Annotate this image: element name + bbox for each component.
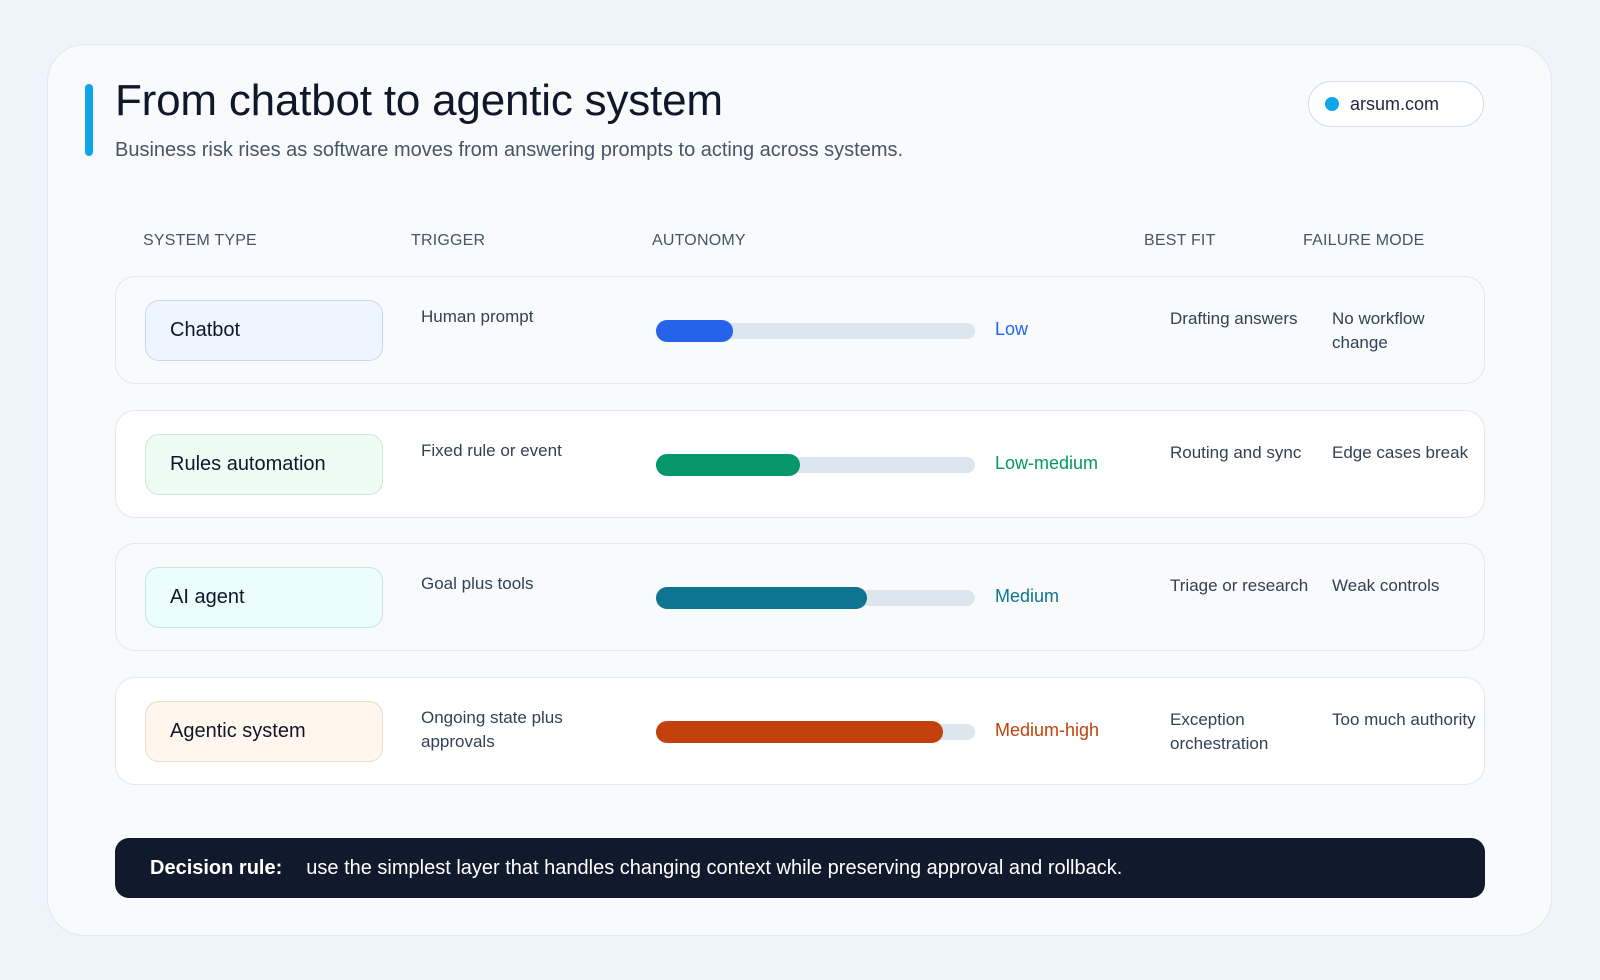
decision-rule-label: Decision rule: bbox=[150, 856, 283, 879]
site-dot-icon bbox=[1325, 97, 1339, 111]
autonomy-bar-fill bbox=[656, 721, 944, 743]
trigger-cell: Fixed rule or event bbox=[421, 441, 562, 460]
title-accent-bar bbox=[85, 84, 93, 156]
best-fit-cell: Drafting answers bbox=[1170, 309, 1298, 328]
autonomy-bar-fill bbox=[656, 454, 800, 476]
site-badge[interactable]: arsum.com bbox=[1308, 81, 1484, 127]
failure-mode-cell: Too much authority bbox=[1332, 710, 1476, 729]
trigger-cell: Ongoing state plus approvals bbox=[421, 708, 563, 751]
decision-rule-banner: Decision rule: use the simplest layer th… bbox=[115, 838, 1485, 898]
best-fit-cell: Routing and sync bbox=[1170, 443, 1302, 462]
best-fit-cell: Triage or research bbox=[1170, 576, 1309, 595]
column-header-trigger: TRIGGER bbox=[411, 232, 486, 249]
system-type-pill: Agentic system bbox=[145, 701, 383, 762]
table-row: Agentic system Ongoing state plus approv… bbox=[115, 677, 1485, 785]
autonomy-bar-track bbox=[656, 587, 975, 609]
decision-rule-text: use the simplest layer that handles chan… bbox=[306, 856, 1123, 879]
best-fit-cell: Exception orchestration bbox=[1170, 710, 1269, 753]
autonomy-level-label: Medium bbox=[995, 586, 1060, 606]
system-type-pill: Chatbot bbox=[145, 300, 383, 361]
system-type-pill: Rules automation bbox=[145, 434, 383, 495]
table-row: Chatbot Human prompt Low Drafting answer… bbox=[115, 276, 1485, 384]
autonomy-bar-fill bbox=[656, 320, 733, 342]
page-subtitle: Business risk rises as software moves fr… bbox=[115, 139, 904, 161]
system-type-pill: AI agent bbox=[145, 567, 383, 628]
autonomy-bar-fill bbox=[656, 587, 867, 609]
column-header-system-type: SYSTEM TYPE bbox=[143, 232, 257, 249]
autonomy-bar-track bbox=[656, 721, 975, 743]
trigger-cell: Goal plus tools bbox=[421, 574, 534, 593]
trigger-cell: Human prompt bbox=[421, 307, 534, 326]
autonomy-level-label: Medium-high bbox=[995, 720, 1100, 740]
page-title: From chatbot to agentic system bbox=[115, 76, 723, 125]
column-header-autonomy: AUTONOMY bbox=[652, 232, 746, 249]
autonomy-bar-track bbox=[656, 320, 975, 342]
column-header-failure-mode: FAILURE MODE bbox=[1303, 232, 1425, 249]
failure-mode-cell: Weak controls bbox=[1332, 576, 1440, 595]
autonomy-bar-track bbox=[656, 454, 975, 476]
autonomy-level-label: Low bbox=[995, 319, 1029, 339]
column-header-best-fit: BEST FIT bbox=[1144, 232, 1216, 249]
failure-mode-cell: No workflow change bbox=[1332, 309, 1425, 352]
table-row: AI agent Goal plus tools Medium Triage o… bbox=[115, 543, 1485, 651]
failure-mode-cell: Edge cases break bbox=[1332, 443, 1469, 462]
autonomy-level-label: Low-medium bbox=[995, 453, 1099, 473]
table-row: Rules automation Fixed rule or event Low… bbox=[115, 410, 1485, 518]
site-label: arsum.com bbox=[1350, 93, 1440, 114]
